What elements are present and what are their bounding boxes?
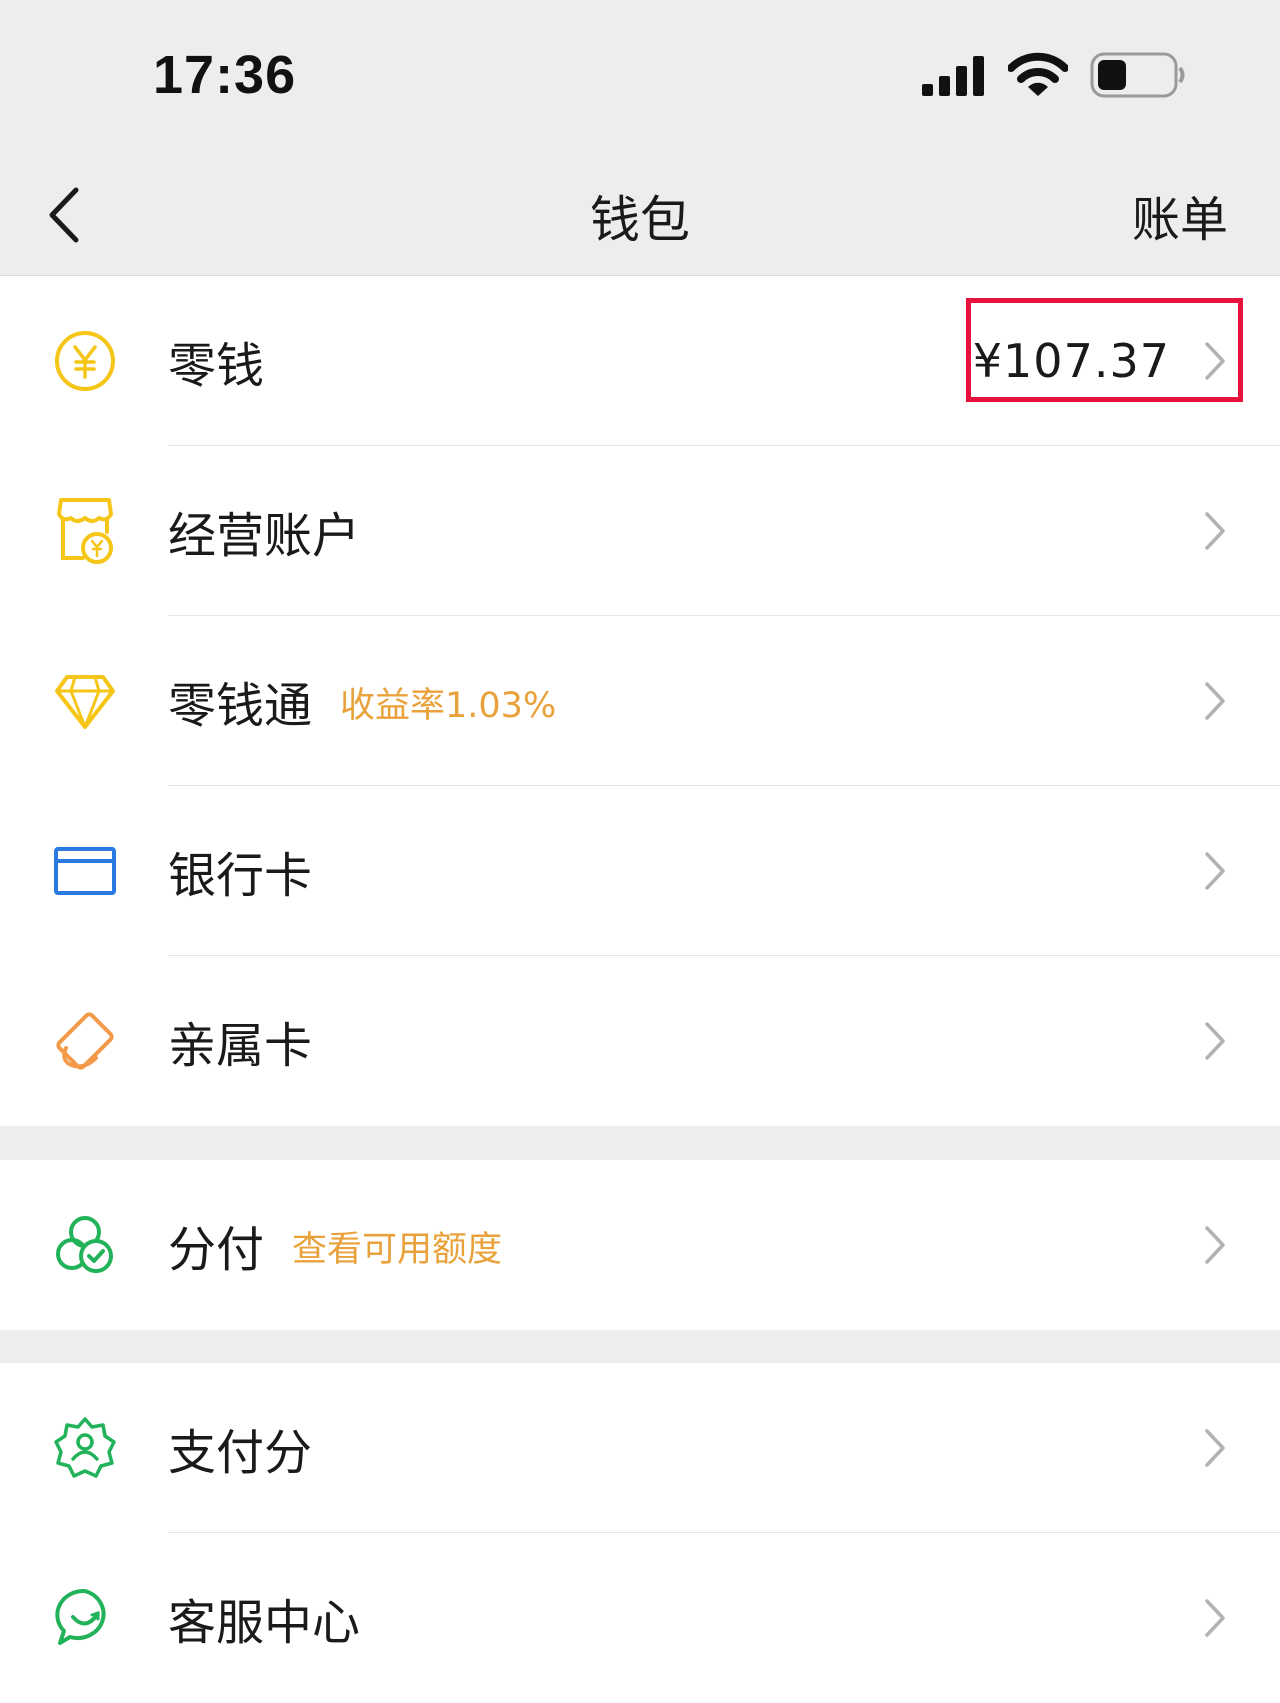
bank-card-icon [50,836,120,906]
wallet-group-fenfu: 分付 查看可用额度 [0,1160,1280,1330]
status-bar: 17:36 [0,0,1280,150]
list-item-label: 零钱通 收益率1.03% [168,678,557,734]
yield-rate-hint: 收益率1.03% [340,686,557,726]
fenfu-icon [50,1210,120,1280]
battery-icon [1090,52,1185,98]
diamond-icon [50,666,120,736]
status-time: 17:36 [153,45,297,105]
list-item-label: 经营账户 [168,508,361,564]
list-item-fenfu[interactable]: 分付 查看可用额度 [0,1160,1280,1330]
bill-button[interactable]: 账单 [1132,180,1228,250]
list-item-label: 亲属卡 [168,1018,313,1074]
list-item-business-account[interactable]: 经营账户 [0,446,1280,616]
chevron-right-icon [1205,512,1225,550]
chevron-right-icon [1205,1599,1225,1637]
navigation-bar: 钱包 账单 [0,150,1280,276]
wifi-icon [1008,52,1068,96]
list-item-label: 零钱 [168,338,265,394]
store-account-icon [50,496,120,566]
yuan-coin-icon [50,326,120,396]
list-item-change[interactable]: 零钱 ¥107.37 [0,276,1280,446]
list-item-label: 客服中心 [168,1595,361,1651]
chevron-right-icon [1205,1429,1225,1467]
list-item-pay-score[interactable]: 支付分 [0,1363,1280,1533]
list-item-family-card[interactable]: 亲属卡 [0,956,1280,1126]
customer-service-icon [50,1583,120,1653]
page-title: 钱包 [590,191,690,249]
pay-score-icon [50,1413,120,1483]
wallet-group-main: 零钱 ¥107.37 经营账户 零钱通 收益率1.03% 银行卡 亲属卡 [0,276,1280,1126]
chevron-right-icon [1205,1022,1225,1060]
chevron-right-icon [1205,852,1225,890]
chevron-right-icon [1205,682,1225,720]
list-item-bank-card[interactable]: 银行卡 [0,786,1280,956]
family-card-icon [50,1006,120,1076]
list-item-label: 支付分 [168,1425,313,1481]
list-item-customer-service[interactable]: 客服中心 [0,1533,1280,1703]
credit-limit-hint: 查看可用额度 [292,1230,503,1270]
highlight-annotation-box [966,298,1243,402]
list-item-label: 分付 查看可用额度 [168,1222,503,1278]
wallet-group-services: 支付分 客服中心 [0,1363,1280,1703]
chevron-right-icon [1205,1226,1225,1264]
list-item-label: 银行卡 [168,848,313,904]
cellular-signal-icon [922,56,984,96]
list-item-lingqiantong[interactable]: 零钱通 收益率1.03% [0,616,1280,786]
